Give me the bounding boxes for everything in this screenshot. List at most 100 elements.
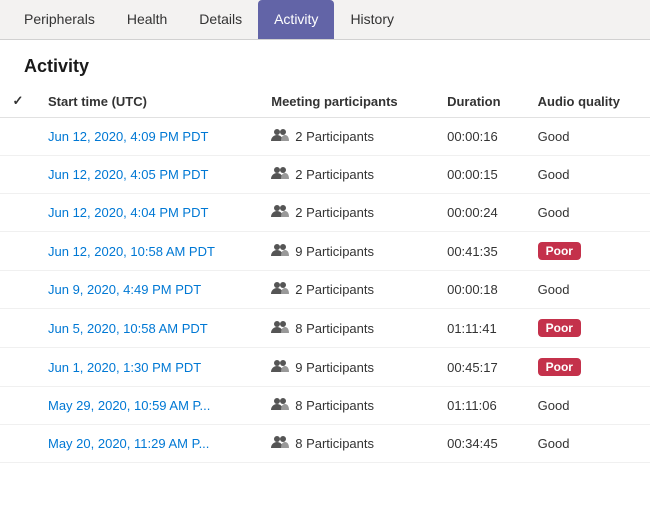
table-row[interactable]: May 20, 2020, 11:29 AM P... 8 Participan… <box>0 425 650 463</box>
row-check <box>0 118 36 156</box>
row-check <box>0 232 36 271</box>
row-start-time[interactable]: Jun 5, 2020, 10:58 AM PDT <box>36 309 259 348</box>
participants-count: 2 Participants <box>295 167 374 182</box>
col-header-check: ✓ <box>0 85 36 118</box>
participants-icon <box>271 204 289 221</box>
section-title: Activity <box>0 40 650 85</box>
col-header-participants: Meeting participants <box>259 85 435 118</box>
row-check <box>0 156 36 194</box>
table-row[interactable]: May 29, 2020, 10:59 AM P... 8 Participan… <box>0 387 650 425</box>
table-row[interactable]: Jun 9, 2020, 4:49 PM PDT 2 Participants 0… <box>0 271 650 309</box>
tab-history[interactable]: History <box>334 0 410 39</box>
activity-table-container: ✓ Start time (UTC)Meeting participantsDur… <box>0 85 650 463</box>
participants-count: 9 Participants <box>295 244 374 259</box>
row-participants: 8 Participants <box>259 309 435 348</box>
row-start-time[interactable]: May 29, 2020, 10:59 AM P... <box>36 387 259 425</box>
tab-peripherals[interactable]: Peripherals <box>8 0 111 39</box>
row-participants: 2 Participants <box>259 118 435 156</box>
row-audio-quality: Poor <box>526 309 650 348</box>
row-participants: 8 Participants <box>259 425 435 463</box>
participants-count: 8 Participants <box>295 436 374 451</box>
start-time-link[interactable]: Jun 1, 2020, 1:30 PM PDT <box>48 360 201 375</box>
row-check <box>0 309 36 348</box>
check-icon: ✓ <box>13 93 24 108</box>
row-start-time[interactable]: Jun 12, 2020, 4:05 PM PDT <box>36 156 259 194</box>
participants-icon <box>271 320 289 337</box>
col-header-duration: Duration <box>435 85 526 118</box>
start-time-link[interactable]: May 29, 2020, 10:59 AM P... <box>48 398 210 413</box>
tab-bar: PeripheralsHealthDetailsActivityHistory <box>0 0 650 40</box>
poor-badge: Poor <box>538 319 581 337</box>
row-duration: 00:00:15 <box>435 156 526 194</box>
row-check <box>0 194 36 232</box>
participants-icon <box>271 128 289 145</box>
participants-icon <box>271 243 289 260</box>
row-participants: 2 Participants <box>259 271 435 309</box>
table-row[interactable]: Jun 12, 2020, 4:04 PM PDT 2 Participants… <box>0 194 650 232</box>
row-participants: 2 Participants <box>259 194 435 232</box>
tab-details[interactable]: Details <box>183 0 258 39</box>
tab-activity[interactable]: Activity <box>258 0 334 39</box>
row-participants: 9 Participants <box>259 348 435 387</box>
row-duration: 01:11:06 <box>435 387 526 425</box>
participants-count: 2 Participants <box>295 205 374 220</box>
row-start-time[interactable]: May 20, 2020, 11:29 AM P... <box>36 425 259 463</box>
row-participants: 9 Participants <box>259 232 435 271</box>
row-duration: 00:41:35 <box>435 232 526 271</box>
row-check <box>0 348 36 387</box>
col-header-start_time: Start time (UTC) <box>36 85 259 118</box>
start-time-link[interactable]: Jun 12, 2020, 4:05 PM PDT <box>48 167 208 182</box>
participants-icon <box>271 397 289 414</box>
table-row[interactable]: Jun 12, 2020, 4:05 PM PDT 2 Participants… <box>0 156 650 194</box>
row-audio-quality: Good <box>526 194 650 232</box>
row-audio-quality: Good <box>526 118 650 156</box>
poor-badge: Poor <box>538 242 581 260</box>
row-start-time[interactable]: Jun 12, 2020, 4:04 PM PDT <box>36 194 259 232</box>
row-audio-quality: Poor <box>526 348 650 387</box>
row-check <box>0 387 36 425</box>
row-audio-quality: Poor <box>526 232 650 271</box>
row-duration: 00:34:45 <box>435 425 526 463</box>
start-time-link[interactable]: Jun 9, 2020, 4:49 PM PDT <box>48 282 201 297</box>
start-time-link[interactable]: Jun 12, 2020, 4:04 PM PDT <box>48 205 208 220</box>
participants-icon <box>271 166 289 183</box>
row-audio-quality: Good <box>526 425 650 463</box>
row-audio-quality: Good <box>526 387 650 425</box>
activity-table: ✓ Start time (UTC)Meeting participantsDur… <box>0 85 650 463</box>
table-row[interactable]: Jun 12, 2020, 10:58 AM PDT 9 Participant… <box>0 232 650 271</box>
row-participants: 8 Participants <box>259 387 435 425</box>
row-duration: 00:00:16 <box>435 118 526 156</box>
row-start-time[interactable]: Jun 12, 2020, 4:09 PM PDT <box>36 118 259 156</box>
poor-badge: Poor <box>538 358 581 376</box>
participants-count: 8 Participants <box>295 398 374 413</box>
participants-count: 8 Participants <box>295 321 374 336</box>
row-participants: 2 Participants <box>259 156 435 194</box>
row-start-time[interactable]: Jun 9, 2020, 4:49 PM PDT <box>36 271 259 309</box>
participants-count: 9 Participants <box>295 360 374 375</box>
main-content: Activity ✓ Start time (UTC)Meeting partic… <box>0 40 650 510</box>
tab-health[interactable]: Health <box>111 0 183 39</box>
participants-count: 2 Participants <box>295 282 374 297</box>
table-row[interactable]: Jun 5, 2020, 10:58 AM PDT 8 Participants… <box>0 309 650 348</box>
participants-icon <box>271 435 289 452</box>
row-check <box>0 271 36 309</box>
row-audio-quality: Good <box>526 271 650 309</box>
row-start-time[interactable]: Jun 1, 2020, 1:30 PM PDT <box>36 348 259 387</box>
row-duration: 00:00:18 <box>435 271 526 309</box>
row-start-time[interactable]: Jun 12, 2020, 10:58 AM PDT <box>36 232 259 271</box>
row-check <box>0 425 36 463</box>
col-header-audio_quality: Audio quality <box>526 85 650 118</box>
row-duration: 00:45:17 <box>435 348 526 387</box>
row-duration: 01:11:41 <box>435 309 526 348</box>
start-time-link[interactable]: Jun 5, 2020, 10:58 AM PDT <box>48 321 208 336</box>
table-row[interactable]: Jun 12, 2020, 4:09 PM PDT 2 Participants… <box>0 118 650 156</box>
participants-icon <box>271 281 289 298</box>
participants-icon <box>271 359 289 376</box>
start-time-link[interactable]: Jun 12, 2020, 10:58 AM PDT <box>48 244 215 259</box>
start-time-link[interactable]: Jun 12, 2020, 4:09 PM PDT <box>48 129 208 144</box>
start-time-link[interactable]: May 20, 2020, 11:29 AM P... <box>48 436 209 451</box>
table-row[interactable]: Jun 1, 2020, 1:30 PM PDT 9 Participants 0… <box>0 348 650 387</box>
participants-count: 2 Participants <box>295 129 374 144</box>
row-duration: 00:00:24 <box>435 194 526 232</box>
row-audio-quality: Good <box>526 156 650 194</box>
